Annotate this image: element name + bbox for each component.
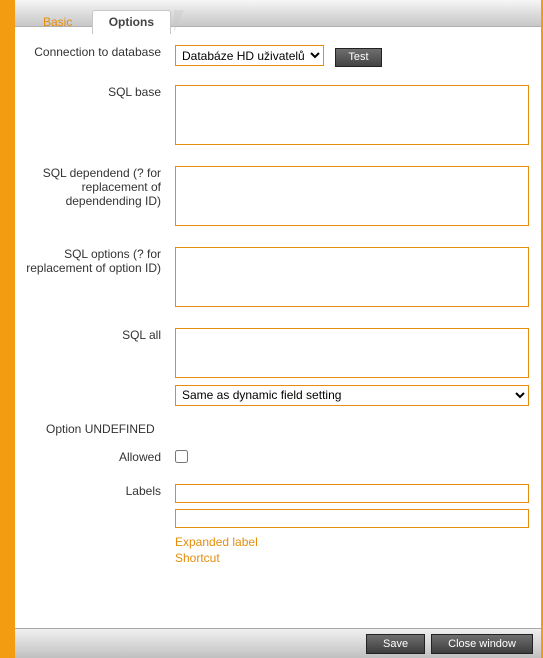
sql-options-textarea[interactable] <box>175 247 529 307</box>
tabs-bar: Basic Options <box>15 0 541 27</box>
sql-all-textarea[interactable] <box>175 328 529 378</box>
label-sql-all: SQL all <box>15 328 175 342</box>
shortcut-link[interactable]: Shortcut <box>175 550 529 566</box>
label-allowed: Allowed <box>15 450 175 464</box>
form-body: Connection to database Databáze HD uživa… <box>15 27 541 566</box>
label-sql-base: SQL base <box>15 85 175 99</box>
labels-links: Expanded label Shortcut <box>15 534 529 566</box>
test-button[interactable]: Test <box>335 48 381 67</box>
save-button[interactable]: Save <box>366 634 425 654</box>
sql-base-textarea[interactable] <box>175 85 529 145</box>
label-connection: Connection to database <box>15 45 175 59</box>
labels-input-1[interactable] <box>175 484 529 503</box>
label-sql-dependend: SQL dependend (? for replacement of depe… <box>15 166 175 208</box>
tab-options[interactable]: Options <box>92 10 171 34</box>
close-window-button[interactable]: Close window <box>431 634 533 654</box>
tab-slant-decoration <box>174 10 184 32</box>
expanded-label-link[interactable]: Expanded label <box>175 534 529 550</box>
label-labels: Labels <box>15 484 175 498</box>
dialog-frame: Basic Options Connection to database Dat… <box>0 0 543 658</box>
sql-all-mode-select[interactable]: Same as dynamic field setting <box>175 385 529 406</box>
footer-bar: Save Close window <box>15 628 541 658</box>
label-sql-options: SQL options (? for replacement of option… <box>15 247 175 275</box>
sql-dependend-textarea[interactable] <box>175 166 529 226</box>
tab-basic[interactable]: Basic <box>27 11 88 34</box>
labels-input-2[interactable] <box>175 509 529 528</box>
allowed-checkbox[interactable] <box>175 450 188 463</box>
section-option-undefined: Option UNDEFINED <box>15 422 529 436</box>
connection-select[interactable]: Databáze HD uživatelů <box>175 45 324 66</box>
